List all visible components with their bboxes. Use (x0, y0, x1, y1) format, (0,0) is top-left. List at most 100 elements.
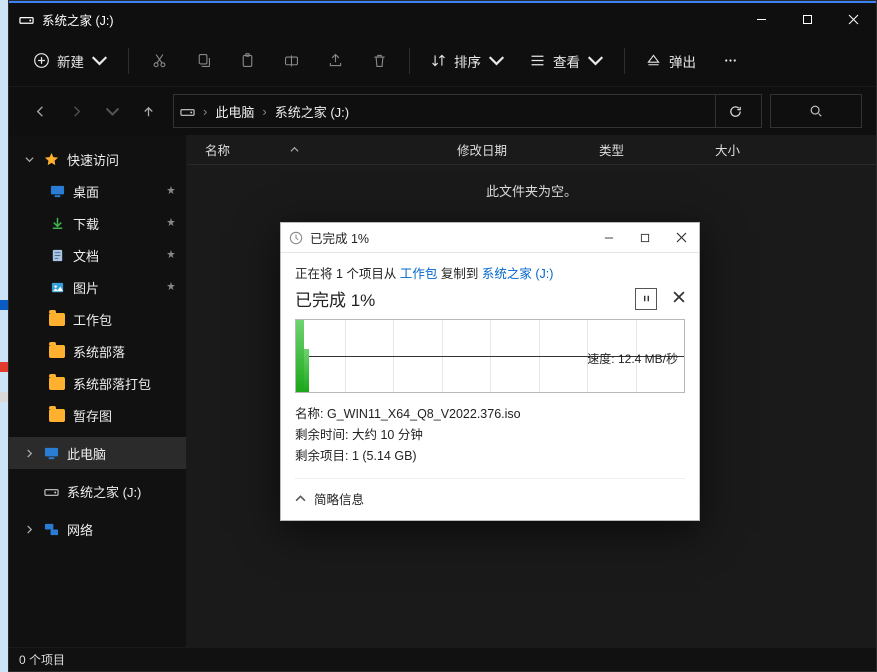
network-icon (43, 521, 59, 537)
dialog-minimize-button[interactable] (591, 223, 627, 253)
sidebar-item-1[interactable]: 下载 (9, 207, 186, 239)
up-button[interactable] (131, 94, 165, 128)
rename-icon (283, 52, 300, 69)
copy-button[interactable] (183, 43, 223, 79)
search-input[interactable] (770, 94, 862, 128)
cut-button[interactable] (139, 43, 179, 79)
sort-button[interactable]: 排序 (420, 43, 515, 79)
col-modified[interactable]: 修改日期 (439, 140, 581, 159)
empty-message: 此文件夹为空。 (187, 181, 876, 200)
pin-icon (166, 217, 176, 230)
back-button[interactable] (23, 94, 57, 128)
sort-label: 排序 (454, 51, 481, 71)
src-link[interactable]: 工作包 (400, 267, 438, 281)
search-icon (809, 104, 823, 118)
forward-button[interactable] (59, 94, 93, 128)
eject-label: 弹出 (669, 51, 696, 71)
sidebar-label: 文档 (73, 246, 99, 265)
breadcrumb[interactable]: › 此电脑 › 系统之家 (J:) (173, 94, 762, 128)
sidebar-drive[interactable]: 系统之家 (J:) (9, 475, 186, 507)
cancel-button[interactable] (673, 291, 685, 306)
more-icon (722, 52, 739, 69)
details-toggle[interactable]: 简略信息 (295, 478, 685, 508)
sidebar-item-4[interactable]: 工作包 (9, 303, 186, 335)
close-button[interactable] (830, 4, 876, 34)
sort-icon (430, 52, 447, 69)
progress-text: 已完成 1% (295, 286, 375, 311)
sidebar-item-6[interactable]: 系统部落打包 (9, 367, 186, 399)
download-icon (49, 215, 65, 231)
chevron-up-icon (295, 493, 306, 504)
paste-icon (239, 52, 256, 69)
new-button[interactable]: 新建 (23, 43, 118, 79)
breadcrumb-current[interactable]: 系统之家 (J:) (275, 102, 349, 121)
time-remaining: 大约 10 分钟 (352, 428, 423, 442)
chevron-down-icon (587, 52, 604, 69)
sidebar-quick-access[interactable]: 快速访问 (9, 143, 186, 175)
paste-button[interactable] (227, 43, 267, 79)
dialog-close-button[interactable] (663, 223, 699, 253)
sidebar-label: 暂存图 (73, 406, 112, 425)
sidebar-label: 桌面 (73, 182, 99, 201)
breadcrumb-root[interactable]: 此电脑 (215, 102, 254, 121)
sidebar-label: 系统之家 (J:) (67, 482, 141, 501)
chevron-right-icon (25, 525, 34, 534)
sidebar-label: 工作包 (73, 310, 112, 329)
view-icon (529, 52, 546, 69)
sidebar-item-3[interactable]: 图片 (9, 271, 186, 303)
copy-icon (195, 52, 212, 69)
doc-icon (49, 247, 65, 263)
cut-icon (151, 52, 168, 69)
folder-icon (49, 407, 65, 423)
folder-icon (49, 311, 65, 327)
sidebar-label: 下载 (73, 214, 99, 233)
pin-icon (166, 249, 176, 262)
new-label: 新建 (57, 51, 84, 71)
trash-icon (371, 52, 388, 69)
speed-label: 速度: 12.4 MB/秒 (587, 350, 678, 367)
col-size[interactable]: 大小 (697, 140, 787, 159)
refresh-button[interactable] (715, 95, 755, 127)
star-icon (43, 151, 59, 167)
eject-button[interactable]: 弹出 (635, 43, 706, 79)
more-button[interactable] (710, 43, 750, 79)
share-button[interactable] (315, 43, 355, 79)
desktop-icon (49, 183, 65, 199)
rename-button[interactable] (271, 43, 311, 79)
chevron-right-icon (25, 449, 34, 458)
col-name[interactable]: 名称 (187, 140, 439, 159)
copy-description: 正在将 1 个项目从 工作包 复制到 系统之家 (J:) (295, 263, 685, 282)
column-headers: 名称 修改日期 类型 大小 (187, 135, 876, 165)
sidebar-item-0[interactable]: 桌面 (9, 175, 186, 207)
drive-icon (19, 12, 34, 27)
dialog-maximize-button[interactable] (627, 223, 663, 253)
dst-link[interactable]: 系统之家 (J:) (482, 267, 554, 281)
minimize-button[interactable] (738, 4, 784, 34)
drive-icon (180, 104, 195, 119)
maximize-button[interactable] (784, 4, 830, 34)
col-type[interactable]: 类型 (581, 140, 697, 159)
sidebar-item-5[interactable]: 系统部落 (9, 335, 186, 367)
plus-circle-icon (33, 52, 50, 69)
chevron-down-icon (25, 155, 34, 164)
sidebar-item-2[interactable]: 文档 (9, 239, 186, 271)
delete-button[interactable] (359, 43, 399, 79)
view-label: 查看 (553, 51, 580, 71)
chevron-down-icon (488, 52, 505, 69)
drive-icon (43, 483, 59, 499)
sidebar-label: 系统部落打包 (73, 374, 151, 393)
sidebar-label: 图片 (73, 278, 99, 297)
view-button[interactable]: 查看 (519, 43, 614, 79)
sidebar-label: 系统部落 (73, 342, 125, 361)
window-title: 系统之家 (J:) (42, 10, 114, 29)
pause-button[interactable] (635, 288, 657, 310)
sidebar-label: 快速访问 (67, 150, 119, 169)
items-remaining: 1 (5.14 GB) (352, 449, 417, 463)
recent-button[interactable] (95, 94, 129, 128)
sidebar-item-7[interactable]: 暂存图 (9, 399, 186, 431)
status-bar: 0 个项目 (9, 647, 876, 671)
clock-icon (289, 231, 303, 245)
folder-icon (49, 375, 65, 391)
sidebar-thispc[interactable]: 此电脑 (9, 437, 186, 469)
sidebar-network[interactable]: 网络 (9, 513, 186, 545)
